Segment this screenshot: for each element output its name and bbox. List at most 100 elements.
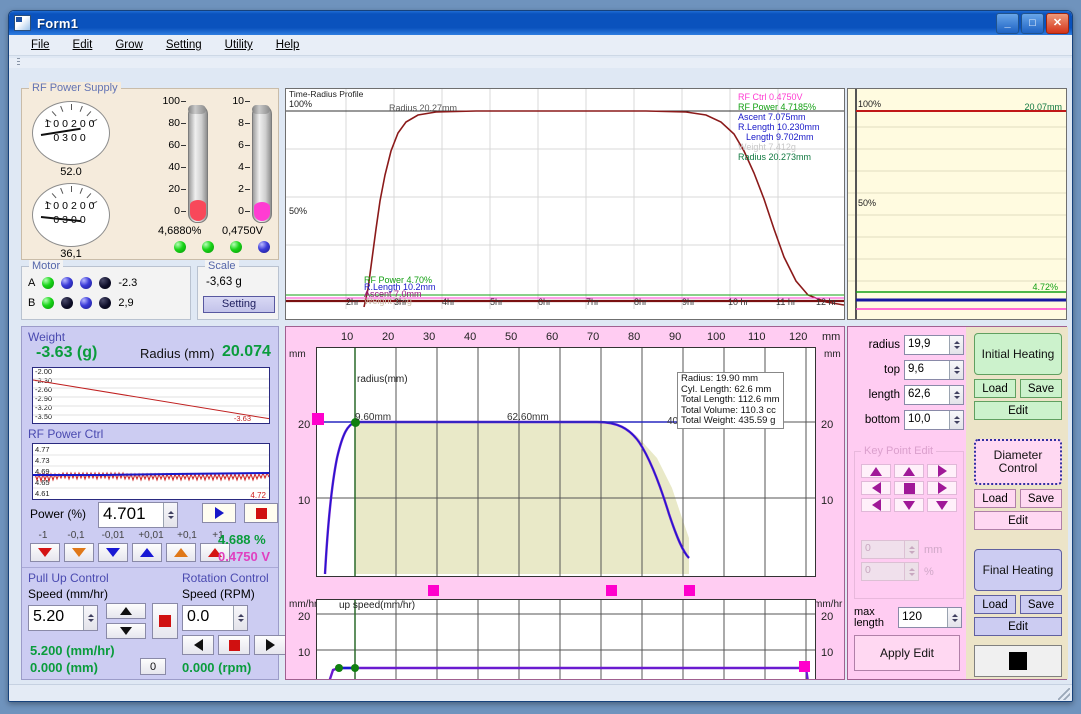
field-length-spinner[interactable] (949, 386, 963, 404)
step-minus-0.1-button[interactable] (64, 543, 94, 562)
max-length-input[interactable]: 120 (898, 607, 962, 628)
key-point-edit-title: Key Point Edit (861, 445, 937, 457)
pull-up-stop-button[interactable] (152, 603, 178, 639)
kp-pct-row: 0 % (861, 562, 934, 581)
menu-grow[interactable]: Grow (115, 39, 142, 51)
key-point-marker-2[interactable] (428, 585, 439, 596)
speed-plot: up speed(mm/hr) (316, 599, 816, 679)
weight-chart-end-label: -3.63 (233, 414, 251, 423)
field-bottom: bottom 10,0 (852, 410, 964, 430)
speed-key-point-2[interactable] (351, 664, 359, 672)
step-plus-0.01-button[interactable] (132, 543, 162, 562)
pull-up-increase-button[interactable] (106, 603, 146, 619)
rotation-speed-spinner[interactable] (233, 606, 247, 630)
rf-power-ctrl-title: RF Power Ctrl (28, 427, 104, 441)
step-minus-0.01-button[interactable] (98, 543, 128, 562)
kp-down-fast-button[interactable] (927, 498, 957, 512)
rotation-control-title: Rotation Control (182, 571, 269, 585)
step-plus-0.1-button[interactable] (166, 543, 196, 562)
kp-mm-row: 0 mm (861, 540, 942, 559)
resize-grip[interactable] (1058, 688, 1070, 700)
key-point-edit-group: Key Point Edit 0 mm 0 % (854, 445, 964, 599)
pull-up-zero-button[interactable]: 0 (140, 658, 166, 675)
diameter-control-edit-button[interactable]: Edit (974, 511, 1062, 530)
power-input[interactable]: 4.701 (98, 502, 178, 528)
pull-up-decrease-button[interactable] (106, 623, 146, 639)
time-radius-y50: 50% (289, 206, 308, 216)
kp-up-button[interactable] (894, 464, 924, 478)
final-heating-edit-button[interactable]: Edit (974, 617, 1062, 636)
rotation-speed-input[interactable]: 0.0 (182, 605, 248, 631)
rotation-readout-rpm: 0.000 (rpm) (182, 660, 252, 675)
field-length-input[interactable]: 62,6 (904, 385, 964, 405)
menu-setting[interactable]: Setting (166, 39, 202, 51)
kp-left-button[interactable] (861, 481, 891, 495)
kp-right-button[interactable] (927, 481, 957, 495)
kp-right-fast-button[interactable] (927, 464, 957, 478)
key-point-edit-arrows (861, 464, 957, 512)
diameter-control-button[interactable]: Diameter Control (974, 439, 1062, 485)
menu-utility[interactable]: Utility (225, 39, 253, 51)
pull-up-control-title: Pull Up Control (28, 571, 109, 585)
scale-setting-button[interactable]: Setting (203, 296, 275, 313)
final-heating-load-button[interactable]: Load (974, 595, 1016, 614)
rotation-stop-button[interactable] (218, 635, 250, 655)
diameter-control-load-button[interactable]: Load (974, 489, 1016, 508)
toolstrip-grip[interactable] (17, 58, 20, 66)
global-stop-button[interactable] (974, 645, 1062, 677)
final-heating-save-button[interactable]: Save (1020, 595, 1062, 614)
kp-pct-unit: % (924, 565, 934, 578)
key-point-marker-1[interactable] (606, 585, 617, 596)
max-length-spinner[interactable] (947, 608, 961, 627)
power-stop-button[interactable] (244, 503, 278, 523)
divider (22, 567, 278, 568)
kp-up-left-button[interactable] (861, 464, 891, 478)
client-area: RF Power Supply 100200 0300 52.0 100200 … (9, 68, 1072, 685)
kp-left-fast-button[interactable] (861, 498, 891, 512)
menu-file[interactable]: File (31, 39, 50, 51)
initial-heating-edit-button[interactable]: Edit (974, 401, 1062, 420)
final-heating-button[interactable]: Final Heating (974, 549, 1062, 591)
speed-key-point-1[interactable] (335, 664, 343, 672)
minimize-button[interactable]: _ (996, 12, 1019, 34)
dial-1-left: 100 (44, 118, 71, 130)
gauge-1-group: 100 80 60 40 20 0 4,6880% (154, 95, 208, 237)
title-bar: Form1 _ □ ✕ (9, 11, 1072, 35)
speed-key-point-3[interactable] (799, 661, 810, 672)
menu-help[interactable]: Help (276, 39, 300, 51)
pull-up-speed-spinner[interactable] (83, 606, 97, 630)
step-buttons (30, 543, 230, 562)
kp-mm-input[interactable]: 0 (861, 540, 919, 559)
gauge-1-ticks: 100 80 60 40 20 0 (162, 95, 186, 217)
key-point-left-marker[interactable] (312, 413, 324, 425)
apply-edit-button[interactable]: Apply Edit (854, 635, 960, 671)
diameter-control-save-button[interactable]: Save (1020, 489, 1062, 508)
menu-edit[interactable]: Edit (73, 39, 93, 51)
initial-heating-button[interactable]: Initial Heating (974, 333, 1062, 375)
power-play-button[interactable] (202, 503, 236, 523)
power-spinner[interactable] (163, 503, 177, 527)
maximize-button[interactable]: □ (1021, 12, 1044, 34)
rotation-ccw-button[interactable] (182, 635, 214, 655)
initial-heating-save-button[interactable]: Save (1020, 379, 1062, 398)
field-bottom-spinner[interactable] (949, 411, 963, 429)
kp-pct-input[interactable]: 0 (861, 562, 919, 581)
field-radius-input[interactable]: 19,9 (904, 335, 964, 355)
field-radius-spinner[interactable] (949, 336, 963, 354)
motor-row-b-label: B (28, 297, 36, 309)
field-top-input[interactable]: 9,6 (904, 360, 964, 380)
weight-chart: -2.00 -2.30 -2.60 -2.90 -3.20 -3.50 -3.6… (32, 367, 270, 424)
step-minus-1-button[interactable] (30, 543, 60, 562)
initial-heating-load-button[interactable]: Load (974, 379, 1016, 398)
kp-center-button[interactable] (894, 481, 924, 495)
profile-unit-mm: mm (289, 349, 306, 360)
rotation-cw-button[interactable] (254, 635, 286, 655)
key-point-marker-3[interactable] (684, 585, 695, 596)
field-top-spinner[interactable] (949, 361, 963, 379)
pull-up-speed-input[interactable]: 5.20 (28, 605, 98, 631)
kp-mm-unit: mm (924, 543, 943, 556)
kp-down-button[interactable] (894, 498, 924, 512)
gauge-1-tube (182, 99, 208, 223)
field-bottom-input[interactable]: 10,0 (904, 410, 964, 430)
close-button[interactable]: ✕ (1046, 12, 1069, 34)
